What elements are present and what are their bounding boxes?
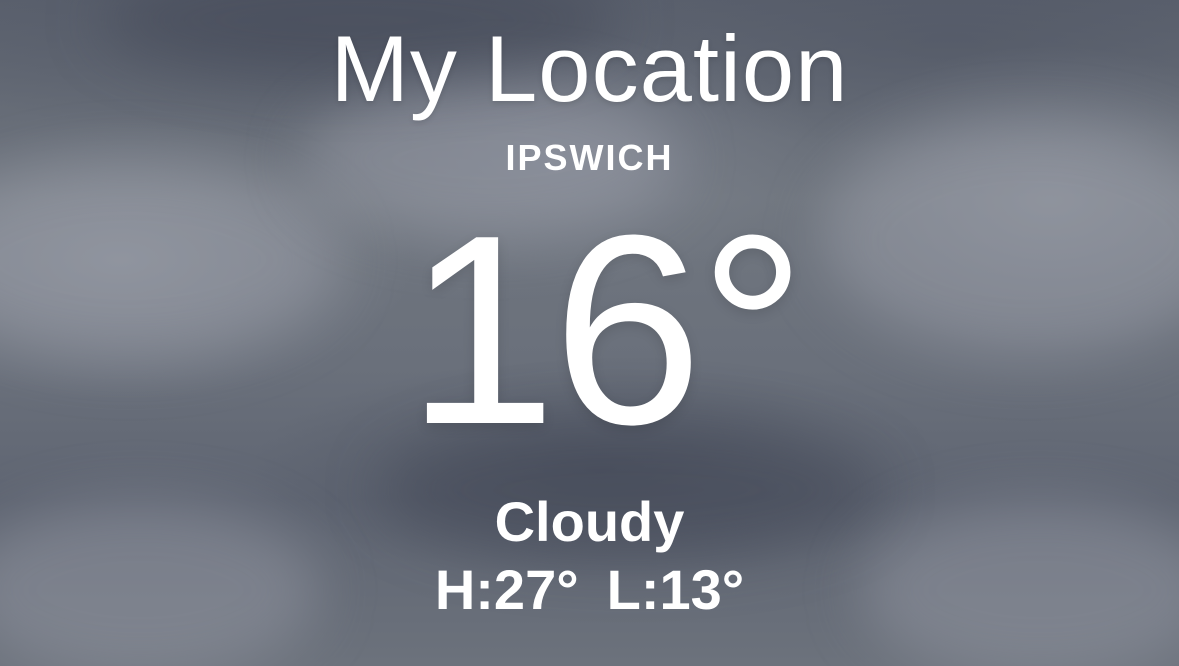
high-low-temperatures: H:27° L:13° bbox=[0, 562, 1179, 618]
high-temperature: H:27° bbox=[434, 558, 579, 621]
weather-condition: Cloudy bbox=[494, 490, 685, 553]
location-title: My Location bbox=[330, 16, 849, 121]
low-temperature: L:13° bbox=[606, 558, 745, 621]
weather-header: My Location IPSWICH 16° Cloudy H:27° L:13… bbox=[0, 0, 1179, 666]
city-name: IPSWICH bbox=[505, 137, 674, 178]
current-temperature: 16° bbox=[406, 180, 806, 481]
